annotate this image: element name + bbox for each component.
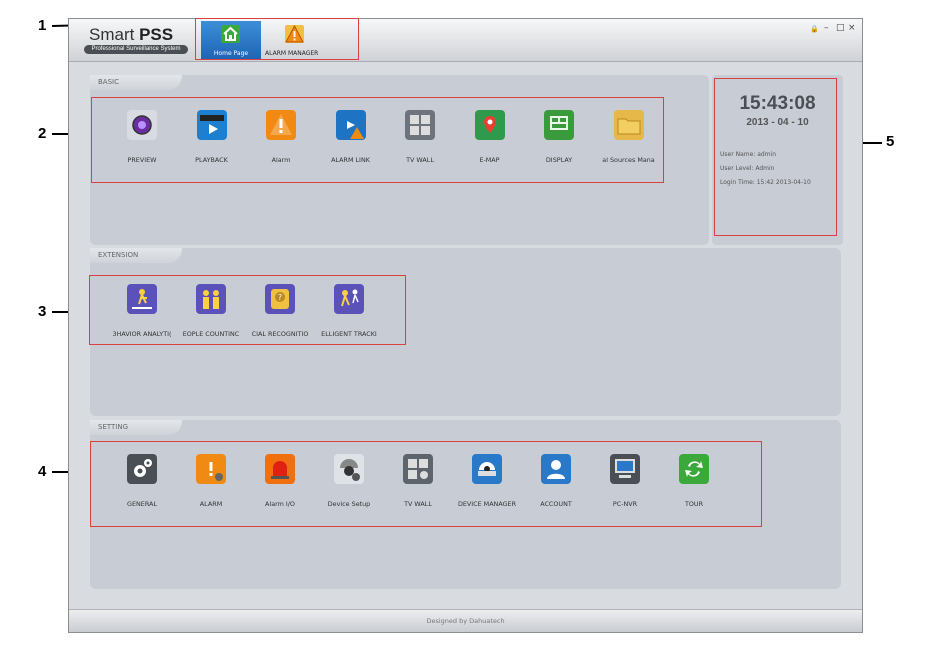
title-bar: Smart PSS Professional Surveillance Syst… — [69, 19, 862, 62]
close-button[interactable]: × — [848, 23, 856, 33]
highlight-box-4 — [90, 441, 762, 527]
footer-bar: Designed by Dahuatech — [69, 609, 862, 632]
minimize-button[interactable]: – — [824, 23, 829, 33]
callout-3: 3 — [38, 303, 47, 320]
app-logo: Smart PSS — [89, 25, 174, 44]
maximize-button[interactable]: □ — [836, 23, 845, 33]
highlight-box-2 — [91, 97, 664, 183]
footer-credit: Designed by Dahuatech — [426, 617, 505, 625]
highlight-box-1 — [195, 18, 359, 60]
setting-panel-title: SETTING — [90, 420, 182, 435]
lock-icon[interactable]: 🔒 — [810, 25, 819, 33]
highlight-box-3 — [89, 275, 406, 345]
callout-5: 5 — [886, 133, 895, 150]
extension-panel-title: EXTENSION — [90, 248, 182, 263]
app-logo-subtitle: Professional Surveillance System — [84, 45, 188, 54]
callout-1: 1 — [38, 17, 47, 34]
callout-4: 4 — [38, 463, 47, 480]
basic-panel-title: BASIC — [90, 75, 182, 90]
highlight-box-5 — [714, 78, 837, 236]
callout-2: 2 — [38, 125, 47, 142]
